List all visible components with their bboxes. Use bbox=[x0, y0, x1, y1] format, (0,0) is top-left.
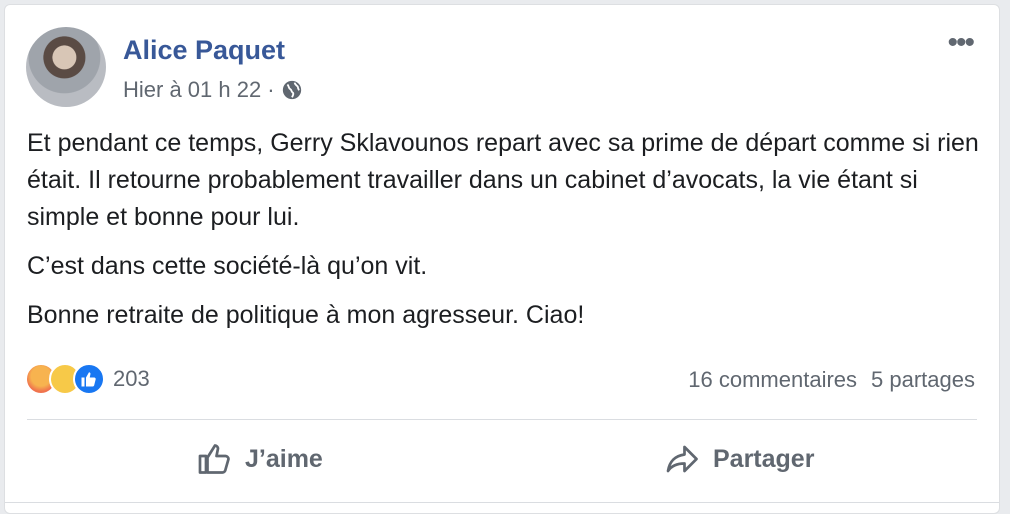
post-paragraph: Bonne retraite de politique à mon agress… bbox=[27, 301, 585, 329]
like-button[interactable]: J’aime bbox=[197, 441, 323, 477]
shares-count[interactable]: 5 partages bbox=[871, 367, 975, 393]
reaction-count[interactable]: 203 bbox=[113, 366, 150, 392]
post-card: Alice Paquet Hier à 01 h 22 · ••• Et pen… bbox=[4, 4, 1000, 514]
divider bbox=[27, 419, 977, 420]
post-timestamp[interactable]: Hier à 01 h 22 bbox=[123, 77, 261, 103]
meta-separator: · bbox=[267, 77, 275, 102]
post-stats: 16 commentaires 5 partages bbox=[688, 367, 975, 393]
author-name[interactable]: Alice Paquet bbox=[123, 35, 285, 66]
post-meta: Hier à 01 h 22 · bbox=[123, 77, 303, 103]
post-body: Et pendant ce temps, Gerry Sklavounos re… bbox=[27, 125, 979, 346]
post-paragraph: Et pendant ce temps, Gerry Sklavounos re… bbox=[27, 129, 979, 231]
like-label: J’aime bbox=[245, 444, 323, 473]
thumbs-up-icon bbox=[198, 444, 230, 474]
share-arrow-icon bbox=[666, 445, 698, 473]
bottom-divider bbox=[5, 502, 999, 503]
more-options-icon[interactable]: ••• bbox=[947, 28, 974, 58]
reaction-summary[interactable]: 203 bbox=[25, 363, 150, 395]
like-reaction-icon bbox=[73, 363, 105, 395]
post-paragraph: C’est dans cette société-là qu’on vit. bbox=[27, 252, 428, 280]
comments-count[interactable]: 16 commentaires bbox=[688, 367, 857, 393]
share-button[interactable]: Partager bbox=[665, 441, 814, 477]
globe-icon[interactable] bbox=[281, 79, 303, 101]
share-label: Partager bbox=[713, 444, 815, 473]
author-avatar[interactable] bbox=[26, 27, 106, 107]
